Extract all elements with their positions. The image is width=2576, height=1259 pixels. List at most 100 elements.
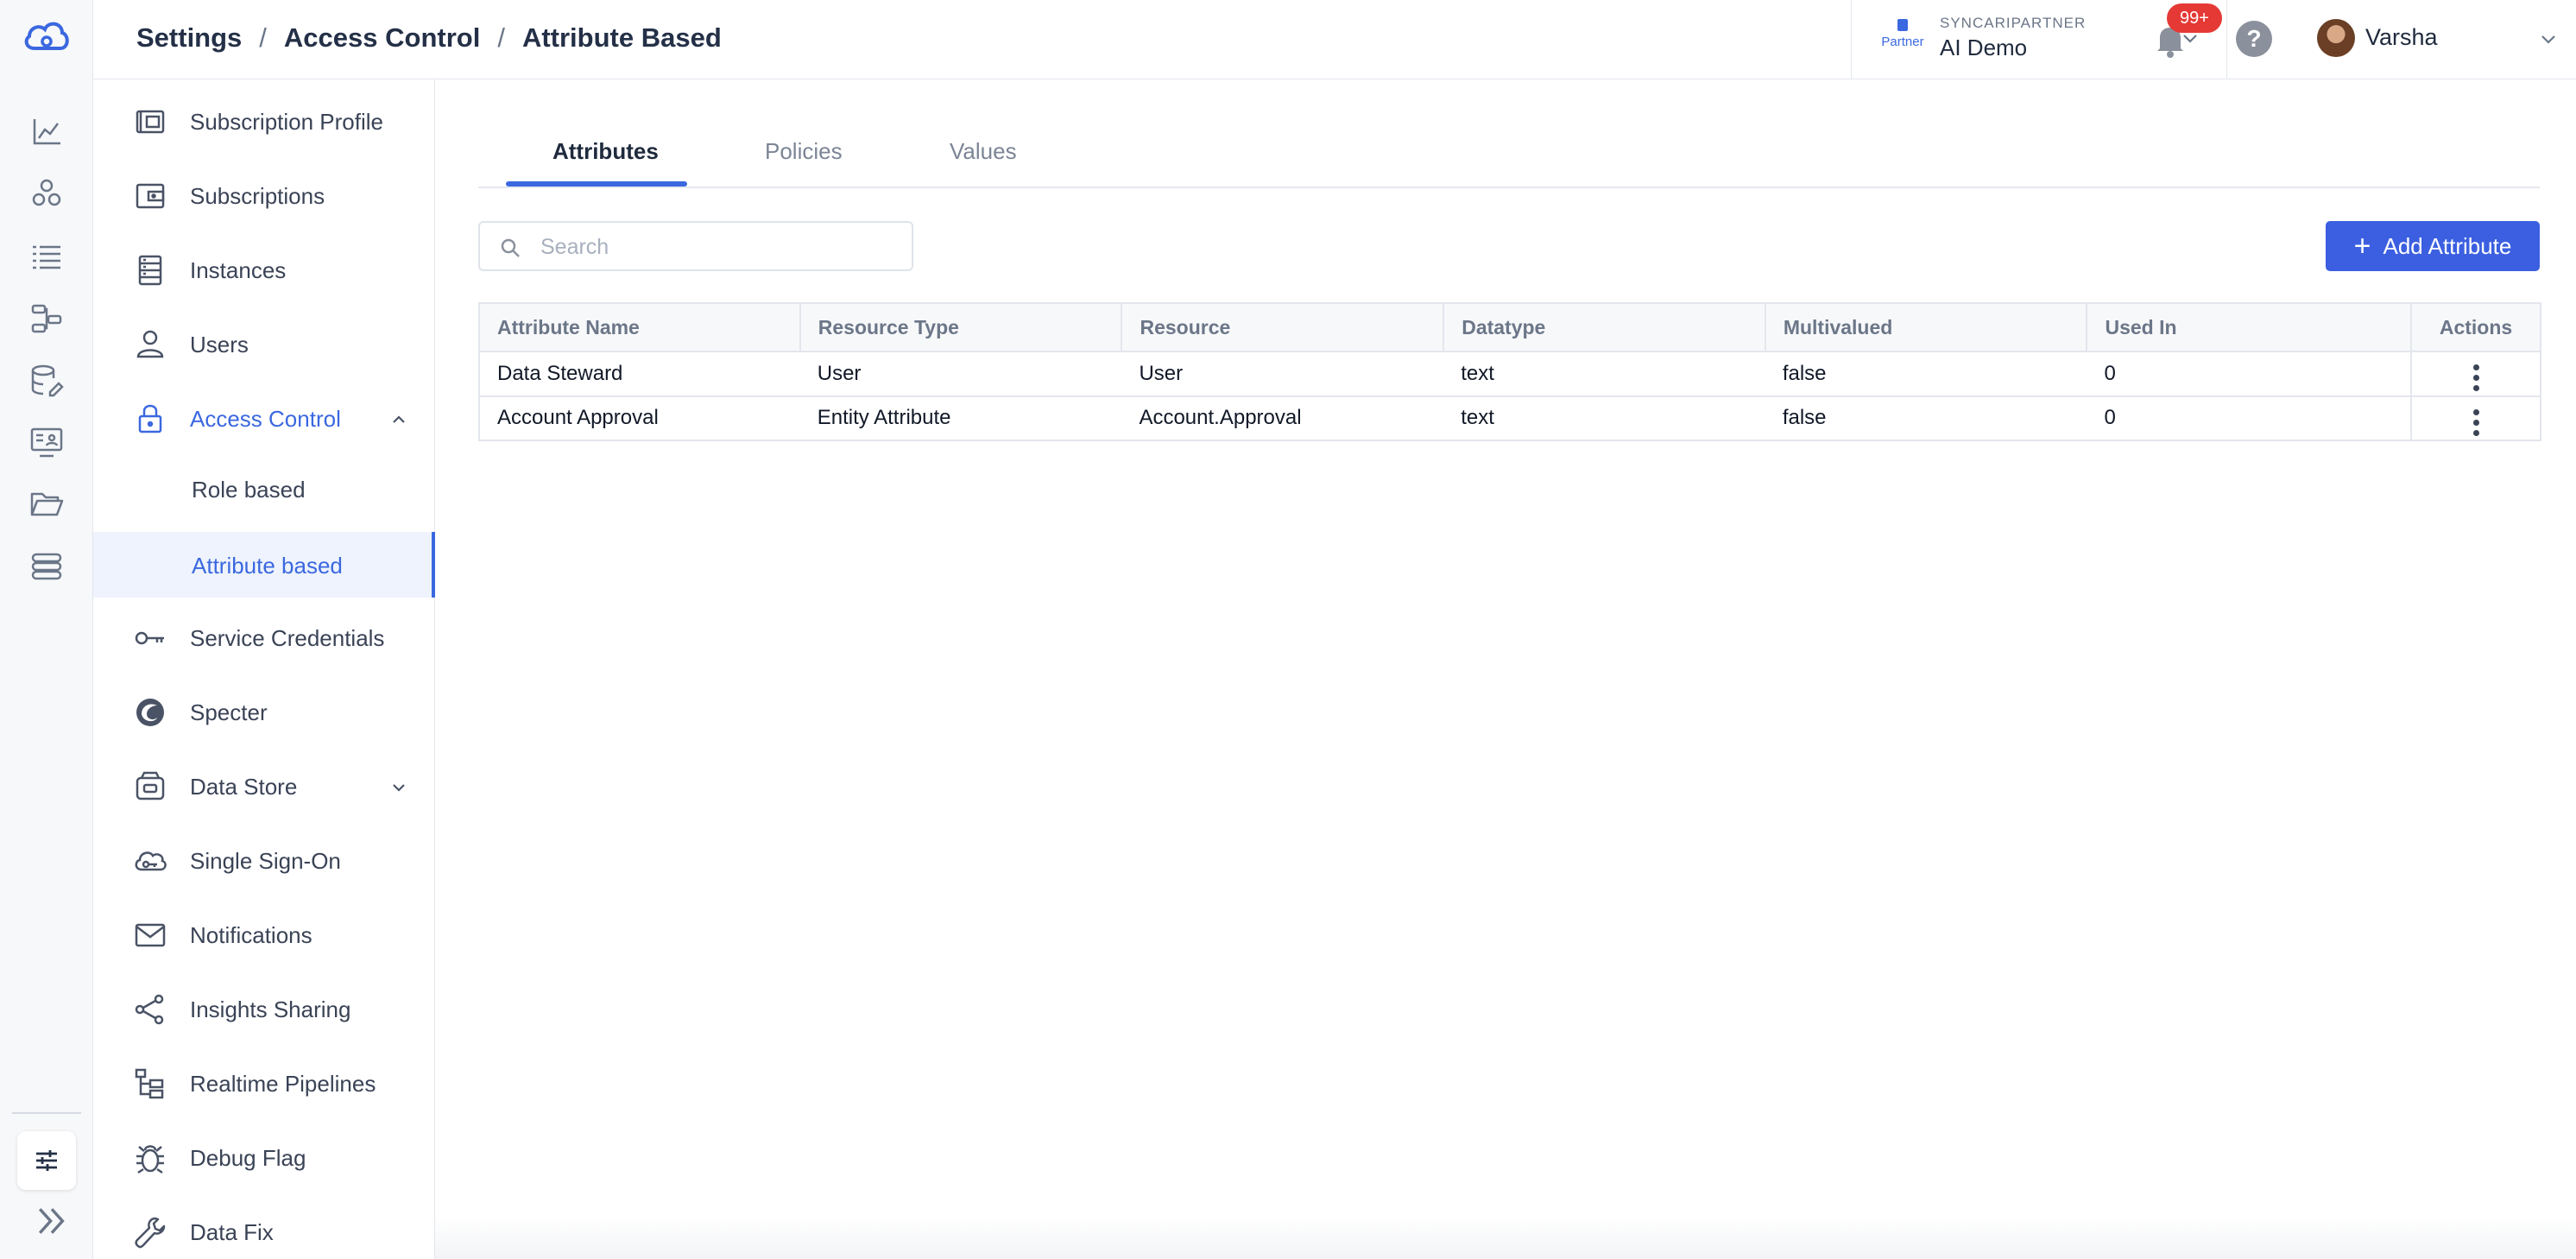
sidebar-item-data-store[interactable]: Data Store <box>93 750 435 824</box>
column-header-multivalued[interactable]: Multivalued <box>1765 303 2088 352</box>
settings-sidebar: Subscription Profile Subscriptions Insta… <box>93 79 435 1259</box>
sidebar-item-debug-flag[interactable]: Debug Flag <box>93 1121 435 1195</box>
datastore-edit-icon[interactable] <box>28 361 66 399</box>
column-header-used-in[interactable]: Used In <box>2087 303 2413 352</box>
icon-rail <box>0 0 93 1259</box>
search-box <box>478 221 913 271</box>
active-tab-indicator <box>506 181 687 187</box>
tab-values[interactable]: Values <box>950 138 1017 165</box>
column-header-resource-type[interactable]: Resource Type <box>799 303 1123 352</box>
attributes-table: Attribute Name Resource Type Resource Da… <box>478 302 2541 441</box>
table-row[interactable]: Account Approval Entity Attribute Accoun… <box>479 395 2541 441</box>
sidebar-item-realtime-pipelines[interactable]: Realtime Pipelines <box>93 1047 435 1121</box>
entities-icon[interactable] <box>28 174 66 212</box>
key-icon <box>131 619 169 657</box>
wrench-icon <box>131 1213 169 1251</box>
notification-count-badge: 99+ <box>2167 3 2222 33</box>
sidebar-item-access-control[interactable]: Access Control <box>93 382 435 456</box>
cloud-logo-icon[interactable] <box>21 16 73 57</box>
column-header-resource[interactable]: Resource <box>1121 303 1445 352</box>
sidebar-item-label: Specter <box>190 699 268 725</box>
breadcrumb-access-control[interactable]: Access Control <box>284 22 480 54</box>
list-icon[interactable] <box>28 237 66 275</box>
column-header-datatype[interactable]: Datatype <box>1443 303 1766 352</box>
kebab-menu-icon[interactable] <box>2472 361 2479 395</box>
add-attribute-button[interactable]: + Add Attribute <box>2326 221 2540 271</box>
server-icon <box>131 251 169 289</box>
partner-flag-icon <box>1897 19 1908 31</box>
sidebar-item-instances[interactable]: Instances <box>93 233 435 307</box>
sidebar-subitem-label: Attribute based <box>192 553 343 579</box>
tree-icon <box>131 1065 169 1103</box>
pipelines-icon[interactable] <box>28 299 66 337</box>
sidebar-item-label: Instances <box>190 257 287 283</box>
breadcrumb: Settings / Access Control / Attribute Ba… <box>136 22 722 54</box>
sidebar-item-label: Notifications <box>190 922 313 948</box>
folder-icon[interactable] <box>28 485 66 523</box>
help-icon[interactable]: ? <box>2236 21 2272 57</box>
mail-icon <box>131 916 169 954</box>
partner-badge-icon: Partner <box>1879 19 1926 54</box>
cell-attribute-name: Account Approval <box>479 395 800 441</box>
cell-resource-type: Entity Attribute <box>799 395 1122 441</box>
cell-resource: Account.Approval <box>1121 395 1444 441</box>
add-attribute-label: Add Attribute <box>2383 232 2512 259</box>
sidebar-subitem-role-based[interactable]: Role based <box>93 456 435 522</box>
sidebar-item-single-sign-on[interactable]: Single Sign-On <box>93 824 435 898</box>
chevron-down-icon[interactable] <box>388 777 409 798</box>
sidebar-item-notifications[interactable]: Notifications <box>93 898 435 972</box>
tab-attributes[interactable]: Attributes <box>552 138 659 165</box>
user-name[interactable]: Varsha <box>2365 24 2438 51</box>
sidebar-item-insights-sharing[interactable]: Insights Sharing <box>93 972 435 1047</box>
tab-bar: Attributes Policies Values <box>478 121 2540 188</box>
sidebar-item-label: Insights Sharing <box>190 996 351 1022</box>
expand-icon[interactable] <box>33 1202 65 1234</box>
bug-icon <box>131 1139 169 1177</box>
avatar[interactable] <box>2317 19 2355 57</box>
cell-attribute-name: Data Steward <box>479 351 800 397</box>
sidebar-subitem-attribute-based[interactable]: Attribute based <box>93 532 435 598</box>
search-input[interactable] <box>540 231 894 263</box>
subscription-profile-icon <box>131 103 169 141</box>
chevron-up-icon[interactable] <box>388 409 409 430</box>
sidebar-item-users[interactable]: Users <box>93 307 435 382</box>
cloud-key-icon <box>131 842 169 880</box>
column-header-attribute-name[interactable]: Attribute Name <box>479 303 801 352</box>
sidebar-item-label: Data Fix <box>190 1219 274 1245</box>
sidebar-item-data-fix[interactable]: Data Fix <box>93 1195 435 1259</box>
search-icon <box>501 238 520 257</box>
column-header-actions: Actions <box>2411 303 2541 352</box>
sidebar-item-label: Data Store <box>190 774 298 800</box>
breadcrumb-separator: / <box>497 22 505 53</box>
sidebar-item-label: Subscription Profile <box>190 109 383 135</box>
org-label: SYNCARIPARTNER <box>1940 15 2087 31</box>
sidebar-item-subscription-profile[interactable]: Subscription Profile <box>93 85 435 159</box>
sidebar-item-specter[interactable]: Specter <box>93 675 435 750</box>
sidebar-item-label: Access Control <box>190 406 341 432</box>
breadcrumb-separator: / <box>259 22 267 53</box>
share-icon <box>131 990 169 1028</box>
sidebar-item-service-credentials[interactable]: Service Credentials <box>93 601 435 675</box>
cell-datatype: text <box>1443 395 1765 441</box>
cell-used-in: 0 <box>2087 395 2412 441</box>
specter-icon <box>131 693 169 731</box>
dashboard-chart-icon[interactable] <box>28 112 66 150</box>
breadcrumb-current-page: Attribute Based <box>521 22 722 53</box>
app-root: Settings / Access Control / Attribute Ba… <box>0 0 2576 1259</box>
sidebar-item-label: Service Credentials <box>190 625 385 651</box>
chevron-down-icon[interactable] <box>2538 28 2559 49</box>
sidebar-item-subscriptions[interactable]: Subscriptions <box>93 159 435 233</box>
breadcrumb-settings[interactable]: Settings <box>136 22 242 54</box>
sidebar-item-label: Users <box>190 332 249 357</box>
table-row[interactable]: Data Steward User User text false 0 <box>479 351 2541 397</box>
kebab-menu-icon[interactable] <box>2472 405 2479 440</box>
settings-sliders-icon[interactable] <box>17 1131 76 1190</box>
tab-policies[interactable]: Policies <box>765 138 843 165</box>
cell-used-in: 0 <box>2087 351 2412 397</box>
wallet-icon <box>131 177 169 215</box>
cell-multivalued: false <box>1765 351 2087 397</box>
cell-actions <box>2410 395 2541 441</box>
stack-icon[interactable] <box>28 547 66 585</box>
monitor-user-icon[interactable] <box>28 423 66 461</box>
sidebar-item-label: Single Sign-On <box>190 848 341 874</box>
